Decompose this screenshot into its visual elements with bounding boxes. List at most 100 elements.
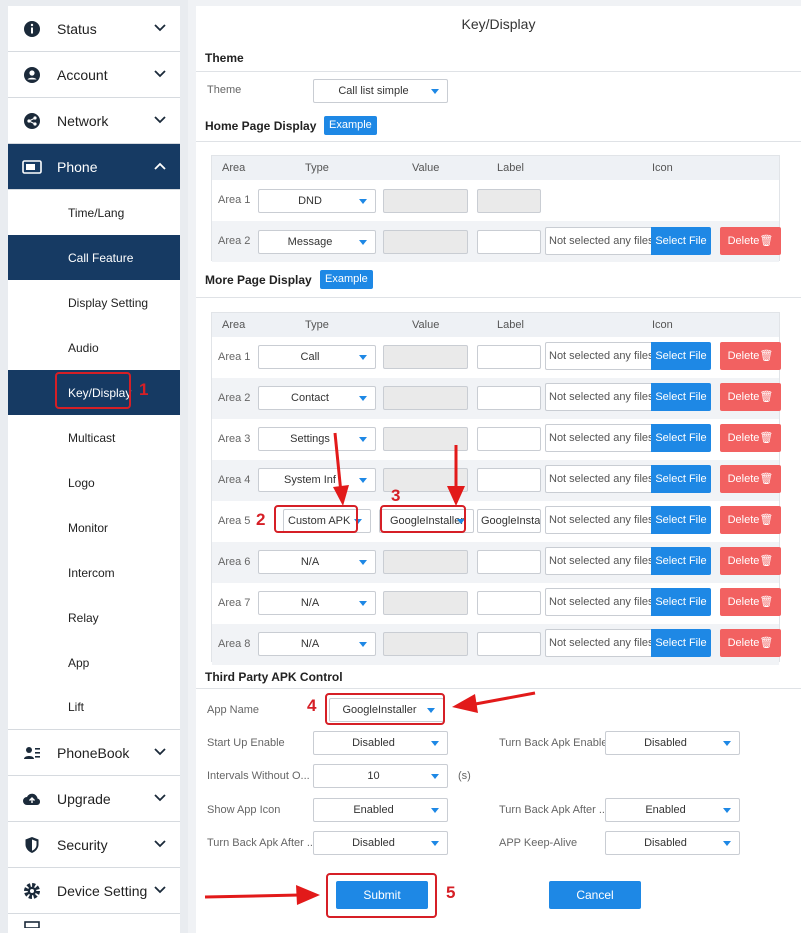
select-value: Settings (290, 433, 330, 445)
select-file-button[interactable]: Select File (651, 342, 711, 370)
sidebar-item-phonebook[interactable]: PhoneBook (8, 730, 180, 776)
type-select[interactable]: N/A (258, 632, 376, 656)
select-file-button[interactable]: Select File (651, 588, 711, 616)
intervals-select[interactable]: 10 (313, 764, 448, 788)
table-row: Area 1 DND (212, 180, 779, 221)
menu-icon (22, 914, 42, 933)
trash-icon: 🗑 (759, 432, 774, 444)
select-file-button[interactable]: Select File (651, 465, 711, 493)
show-app-icon-select[interactable]: Enabled (313, 798, 448, 822)
submenu-item-audio[interactable]: Audio (8, 325, 180, 370)
home-example-button[interactable]: Example (324, 116, 377, 135)
type-select[interactable]: DND (258, 189, 376, 213)
label-input[interactable] (477, 632, 541, 656)
label-input[interactable] (477, 591, 541, 615)
turnback-enable-label: Turn Back Apk Enable (499, 737, 608, 749)
row-area-label: Area 2 (218, 392, 251, 404)
sidebar-item-status[interactable]: Status (8, 6, 180, 52)
cancel-button[interactable]: Cancel (549, 881, 641, 909)
select-value: System Inf (284, 474, 336, 486)
type-select[interactable]: System Inf (258, 468, 376, 492)
delete-button[interactable]: Delete🗑 (720, 547, 781, 575)
file-name-field: Not selected any files (545, 424, 653, 452)
label-input[interactable] (477, 345, 541, 369)
submenu-item-call-feature[interactable]: Call Feature (8, 235, 180, 280)
sidebar-item-account[interactable]: Account (8, 52, 180, 98)
table-header: Area Type Value Label Icon (212, 313, 779, 337)
file-name-field: Not selected any files (545, 506, 653, 534)
select-file-button[interactable]: Select File (651, 424, 711, 452)
select-file-button[interactable]: Select File (651, 629, 711, 657)
turnback-after-select-2[interactable]: Disabled (313, 831, 448, 855)
app-name-label: App Name (207, 704, 259, 716)
page-title: Key/Display (196, 6, 801, 42)
theme-select[interactable]: Call list simple (313, 79, 448, 103)
select-file-button[interactable]: Select File (651, 383, 711, 411)
submenu-item-logo[interactable]: Logo (8, 460, 180, 505)
select-file-button[interactable]: Select File (651, 547, 711, 575)
sidebar-item-security[interactable]: Security (8, 822, 180, 868)
label-input[interactable] (477, 386, 541, 410)
type-select[interactable]: N/A (258, 550, 376, 574)
delete-button[interactable]: Delete🗑 (720, 588, 781, 616)
delete-label: Delete (727, 432, 760, 444)
submenu-item-relay[interactable]: Relay (8, 595, 180, 640)
sidebar-item-more[interactable] (8, 914, 180, 933)
delete-button[interactable]: Delete🗑 (720, 629, 781, 657)
type-select[interactable]: Contact (258, 386, 376, 410)
delete-label: Delete (727, 596, 760, 608)
select-value: Enabled (645, 804, 686, 816)
sidebar-item-phone[interactable]: Phone (8, 144, 180, 190)
type-select[interactable]: Settings (258, 427, 376, 451)
turnback-after-select[interactable]: Enabled (605, 798, 740, 822)
select-value: Enabled (353, 804, 394, 816)
submenu-item-monitor[interactable]: Monitor (8, 505, 180, 550)
type-select[interactable]: Call (258, 345, 376, 369)
keepalive-select[interactable]: Disabled (605, 831, 740, 855)
type-select[interactable]: N/A (258, 591, 376, 615)
select-file-button[interactable]: Select File (651, 506, 711, 534)
annotation-number-4: 4 (307, 696, 317, 715)
sidebar-item-label: Phone (57, 158, 98, 175)
select-file-button[interactable]: Select File (651, 227, 711, 255)
delete-button[interactable]: Delete🗑 (720, 342, 781, 370)
startup-enable-label: Start Up Enable (207, 737, 285, 749)
submenu-item-intercom[interactable]: Intercom (8, 550, 180, 595)
info-icon (22, 19, 42, 39)
column-header-type: Type (305, 162, 329, 174)
table-row: Area 7 N/A Not selected any files Select… (212, 583, 781, 624)
table-row: Area 8 N/A Not selected any files Select… (212, 624, 781, 665)
row-area-label: Area 7 (218, 597, 251, 609)
sidebar-item-network[interactable]: Network (8, 98, 180, 144)
select-value: N/A (300, 638, 320, 650)
label-input[interactable] (477, 468, 541, 492)
delete-label: Delete (727, 514, 760, 526)
more-example-button[interactable]: Example (320, 270, 373, 289)
turnback-after-label: Turn Back Apk After ... (499, 804, 609, 816)
show-app-icon-label: Show App Icon (207, 804, 281, 816)
sidebar-item-label: PhoneBook (57, 744, 130, 761)
sidebar-item-upgrade[interactable]: Upgrade (8, 776, 180, 822)
label-input[interactable] (477, 550, 541, 574)
delete-button[interactable]: Delete🗑 (720, 383, 781, 411)
label-input[interactable] (477, 230, 541, 254)
startup-enable-select[interactable]: Disabled (313, 731, 448, 755)
label-input[interactable] (477, 427, 541, 451)
delete-button[interactable]: Delete🗑 (720, 424, 781, 452)
sidebar-item-device-setting[interactable]: Device Setting (8, 868, 180, 914)
select-value: 10 (367, 770, 380, 782)
delete-button[interactable]: Delete🗑 (720, 227, 781, 255)
submenu-item-time-lang[interactable]: Time/Lang (8, 190, 180, 235)
turnback-enable-select[interactable]: Disabled (605, 731, 740, 755)
file-name-field: Not selected any files (545, 588, 653, 616)
label-input[interactable]: GoogleInstal (477, 509, 541, 533)
delete-button[interactable]: Delete🗑 (720, 506, 781, 534)
submenu-item-app[interactable]: App (8, 640, 180, 685)
submenu-item-multicast[interactable]: Multicast (8, 415, 180, 460)
row-area-label: Area 5 (218, 515, 251, 527)
delete-button[interactable]: Delete🗑 (720, 465, 781, 493)
submenu-item-lift[interactable]: Lift (8, 685, 180, 730)
type-select[interactable]: Message (258, 230, 376, 254)
submenu-item-display-setting[interactable]: Display Setting (8, 280, 180, 325)
column-header-type: Type (305, 319, 329, 331)
